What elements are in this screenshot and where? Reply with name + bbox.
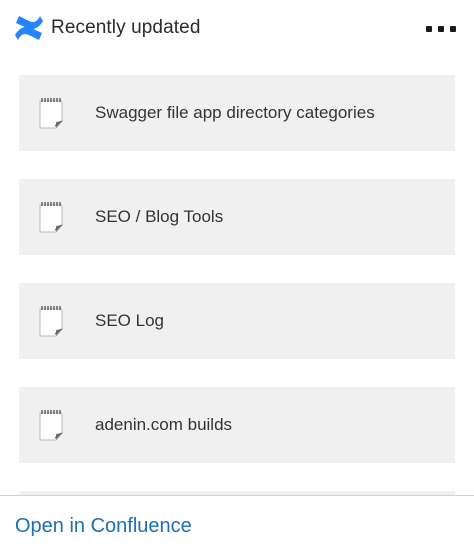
list-item[interactable]: Swagger file app directory categories [19, 75, 455, 151]
list-item-label: adenin.com builds [95, 415, 233, 434]
list-item-label: SEO / Blog Tools [95, 207, 224, 226]
card-footer: Open in Confluence [0, 496, 474, 555]
more-options-icon[interactable] [426, 24, 456, 34]
card-header: Recently updated [0, 0, 474, 58]
list-item[interactable]: SEO / Blog Tools [19, 179, 455, 255]
confluence-logo-icon [15, 16, 43, 40]
list-item-label: SEO Log [95, 311, 164, 330]
list-item-label: Swagger file app directory categories [95, 103, 375, 122]
page-document-icon [39, 202, 63, 233]
list-item[interactable]: SEO Log [19, 283, 455, 359]
recently-updated-card: Recently updated Swagger file app direct… [0, 0, 474, 555]
page-document-icon [39, 410, 63, 441]
open-in-confluence-link[interactable]: Open in Confluence [15, 515, 192, 538]
page-document-icon [39, 98, 63, 129]
list-item[interactable]: adenin.com builds [19, 387, 455, 463]
card-title: Recently updated [51, 17, 201, 38]
page-document-icon [39, 306, 63, 337]
recent-pages-list: Swagger file app directory categories SE… [19, 75, 455, 495]
